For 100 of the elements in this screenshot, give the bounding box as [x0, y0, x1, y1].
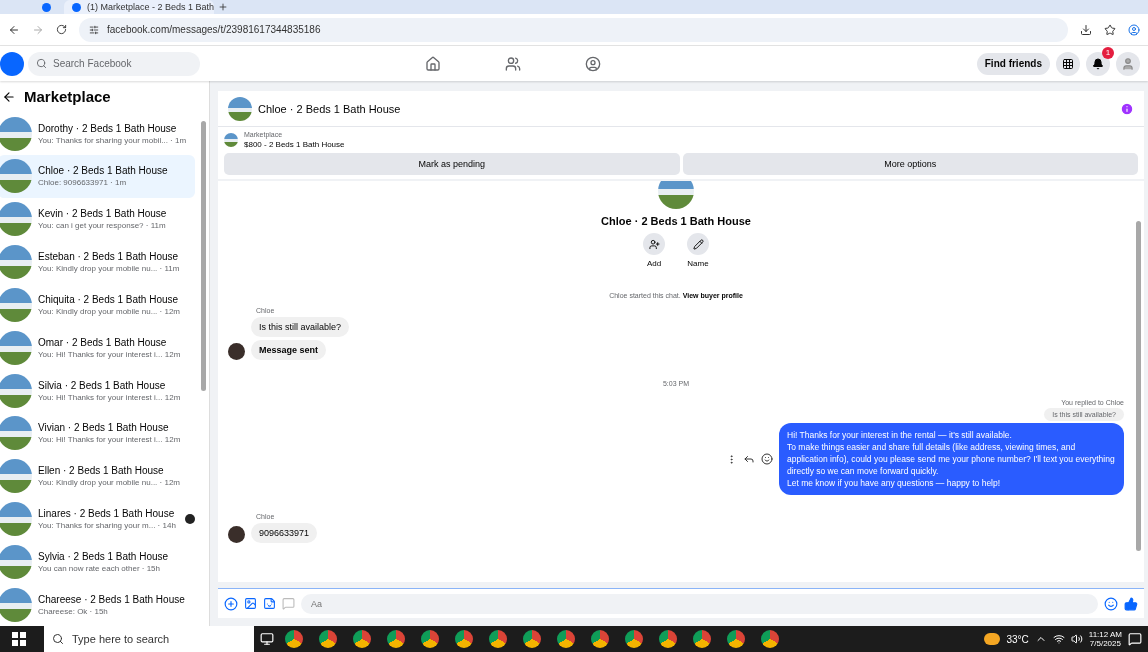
listing-photo: [0, 159, 32, 194]
conversation-item[interactable]: Chareese · 2 Beds 1 Bath House Chareese: Ok · 15h: [0, 583, 195, 627]
install-icon[interactable]: [1080, 23, 1092, 36]
listing-photo: [0, 502, 32, 536]
app-icon[interactable]: [557, 630, 575, 648]
bookmark-icon[interactable]: [1104, 23, 1116, 36]
conversation-item[interactable]: Ellen · 2 Beds 1 Bath House You: Kindly drop your mobile nu... · 12m: [0, 454, 195, 498]
add-person-icon: [648, 238, 660, 250]
listing-photo: [224, 133, 238, 147]
app-icon[interactable]: [591, 630, 609, 648]
app-icon[interactable]: [727, 630, 745, 648]
avatar-icon: [228, 343, 245, 360]
message-bubble: Hi! Thanks for your interest in the rental — it's still available. To make things easier and share full details (like address, viewing times, and application info), could you please send me your phone number? I'll text you everything directly so we can move forward quickly. Let me know if you have any questions — happy to help!: [779, 423, 1124, 495]
search-icon: [36, 58, 47, 69]
sidebar-title: Marketplace: [24, 88, 111, 106]
listing-photo: [0, 544, 32, 579]
task-view-icon[interactable]: [260, 632, 274, 646]
app-icon[interactable]: [319, 630, 337, 648]
home-icon[interactable]: [425, 55, 442, 72]
app-icon[interactable]: [421, 630, 439, 648]
app-icon[interactable]: [387, 630, 405, 648]
weather-reading: 33°C: [1006, 633, 1029, 645]
site-settings-icon: [89, 24, 99, 35]
notification-icon[interactable]: [1128, 632, 1142, 646]
conversation-item[interactable]: Linares · 2 Beds 1 Bath House You: Thanks for sharing your m... · 14h: [0, 497, 195, 541]
clock-date[interactable]: 7/5/2025: [1089, 639, 1121, 648]
info-icon[interactable]: [1120, 101, 1134, 116]
notification-badge: 1: [1102, 46, 1114, 59]
sticker-icon[interactable]: [263, 597, 276, 610]
profile-icon[interactable]: [1128, 23, 1140, 36]
friends-icon[interactable]: [505, 55, 522, 72]
back-icon[interactable]: [2, 89, 16, 104]
listing-photo: [0, 330, 32, 365]
browser-tab[interactable]: (1) Marketplace - 2 Beds 1 Bath: [64, 0, 214, 14]
pencil-icon: [692, 238, 704, 250]
menu-button[interactable]: [1056, 51, 1080, 76]
conversation-item[interactable]: Esteban · 2 Beds 1 Bath House You: Kindly drop your mobile nu... · 11m: [0, 240, 195, 284]
app-icon[interactable]: [659, 630, 677, 648]
app-icon[interactable]: [455, 630, 473, 648]
windows-icon[interactable]: [12, 632, 26, 646]
listing-photo: [0, 587, 32, 622]
listing-summary: $800 - 2 Beds 1 Bath House: [244, 140, 345, 149]
volume-icon[interactable]: [1070, 633, 1083, 645]
listing-photo: [0, 245, 32, 280]
reload-icon[interactable]: [56, 24, 67, 35]
app-icon[interactable]: [625, 630, 643, 648]
scrollbar-thumb[interactable]: [201, 121, 206, 391]
conversation-item[interactable]: Dorothy · 2 Beds 1 Bath House You: Thanks for sharing your mobil... · 1m: [0, 112, 195, 155]
image-icon[interactable]: [244, 597, 257, 610]
message-bubble: Is this still available?: [251, 317, 350, 337]
conversation-item[interactable]: Vivian · 2 Beds 1 Bath House You: Hi! Thanks for your interest i... 12m: [0, 411, 195, 455]
action-button[interactable]: Mark as pending: [224, 153, 680, 175]
find-friends-button[interactable]: Find friends: [976, 52, 1050, 75]
address-bar[interactable]: facebook.com/messages/t/23981617344835186: [79, 17, 1068, 42]
listing-photo: [0, 416, 32, 451]
bell-icon: [1092, 57, 1104, 70]
chat-title: Chloe · 2 Beds 1 Bath House: [258, 102, 402, 115]
group-icon[interactable]: [585, 55, 602, 72]
listing-photo: [0, 202, 32, 237]
profile-name: Chloe · 2 Beds 1 Bath House: [601, 215, 751, 227]
plus-icon[interactable]: [224, 596, 238, 611]
search-field[interactable]: Search Facebook: [28, 51, 200, 76]
conversation-item[interactable]: Omar · 2 Beds 1 Bath House You: Hi! Thanks for your interest i... 12m: [0, 326, 195, 370]
app-icon[interactable]: [523, 630, 541, 648]
message-bubble: 9096633971: [251, 523, 318, 543]
conversation-item[interactable]: Chiquita · 2 Beds 1 Bath House You: Kindly drop your mobile nu... · 12m: [0, 283, 195, 327]
listing-photo: [228, 96, 252, 121]
app-icon[interactable]: [489, 630, 507, 648]
network-icon[interactable]: [1052, 633, 1065, 645]
search-icon: [52, 633, 64, 645]
listing-photo: [0, 459, 32, 494]
tab-logo-icon: [42, 2, 51, 12]
listing-photo: [0, 373, 32, 408]
user-icon: [1121, 56, 1135, 71]
listing-photo: [658, 181, 694, 209]
app-icon[interactable]: [761, 630, 779, 648]
app-icon[interactable]: [693, 630, 711, 648]
like-icon[interactable]: [1124, 596, 1138, 611]
avatar-icon: [228, 526, 245, 543]
scrollbar-thumb[interactable]: [1136, 221, 1141, 551]
tab-logo-icon: [72, 2, 81, 12]
message-bubble: Message sent: [251, 340, 327, 360]
conversation-item[interactable]: Chloe · 2 Beds 1 Bath House Chloe: 9096633971 · 1m: [0, 154, 195, 198]
taskbar-search-field[interactable]: Type here to search: [44, 626, 254, 652]
listing-photo: [0, 287, 32, 322]
grid-icon: [1062, 57, 1074, 70]
new-tab-icon[interactable]: [218, 2, 228, 12]
app-icon[interactable]: [285, 630, 303, 648]
message-field[interactable]: Aa: [301, 593, 1098, 614]
emoji-icon[interactable]: [1104, 596, 1118, 611]
logo-icon[interactable]: [0, 51, 24, 76]
conversation-item[interactable]: Sylvia · 2 Beds 1 Bath House You can now rate each other · 15h: [0, 540, 195, 584]
action-button[interactable]: More options: [682, 153, 1138, 175]
account-button[interactable]: [1116, 51, 1140, 76]
reply-icon[interactable]: [743, 453, 755, 465]
app-icon[interactable]: [353, 630, 371, 648]
clock-time[interactable]: 11:12 AM: [1088, 630, 1122, 639]
conversation-item[interactable]: Kevin · 2 Beds 1 Bath House You: can i get your response? · 11m: [0, 197, 195, 241]
conversation-item[interactable]: Silvia · 2 Beds 1 Bath House You: Hi! Thanks for your interest i... 12m: [0, 369, 195, 412]
emoji-icon[interactable]: [761, 453, 773, 465]
